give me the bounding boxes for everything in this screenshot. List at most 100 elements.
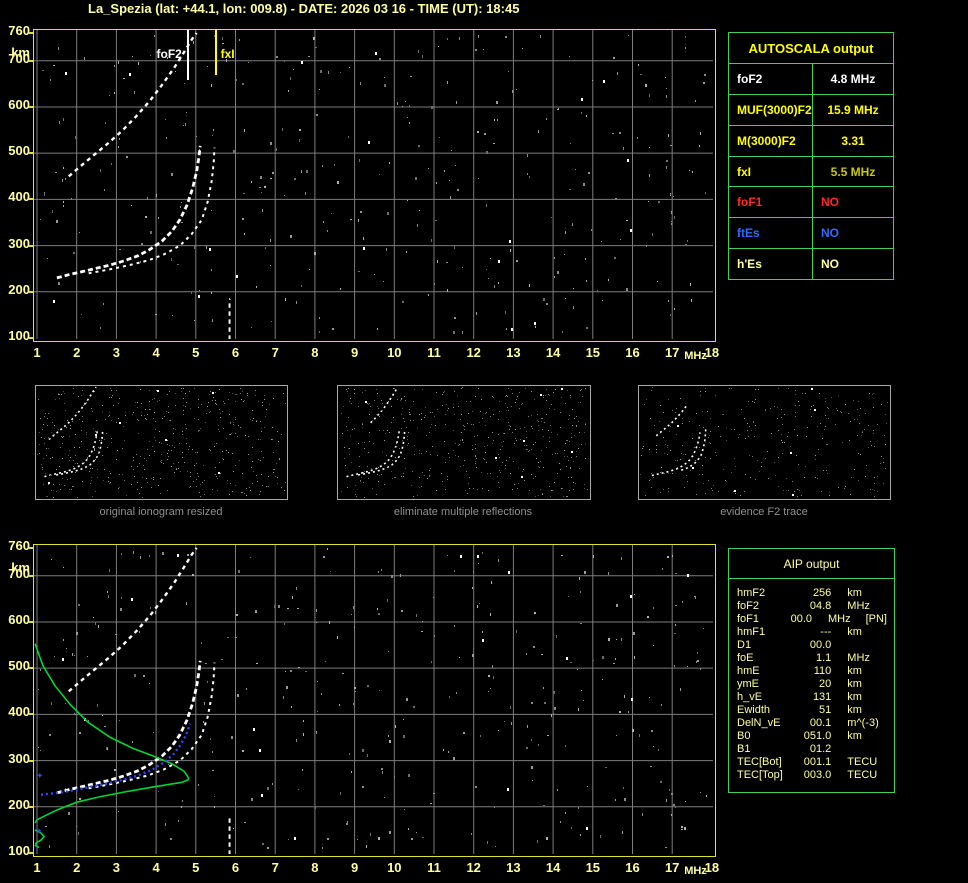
ionogram-noise-layer xyxy=(38,548,707,849)
aip-param-unit: m^(-3) xyxy=(847,716,879,729)
aip-param-label: foF2 xyxy=(737,600,760,613)
aip-param-unit: km xyxy=(847,678,862,691)
aip-param-label: hmF1 xyxy=(737,626,766,639)
x-axis-tick-label: 5 xyxy=(192,860,200,875)
aip-param-unit: km xyxy=(847,665,862,678)
y-axis-tick-label: 600 xyxy=(8,611,30,627)
autoscala-row-value: 5.5 MHz xyxy=(830,164,876,179)
panel-noise-layer xyxy=(640,387,888,497)
aip-param-label: Ewidth xyxy=(737,703,771,716)
aip-row-hme: hmE 110 km xyxy=(737,665,887,678)
panel-original-canvas xyxy=(37,386,286,498)
aip-param-value: 00.1 xyxy=(809,716,832,729)
aip-param-unit: TECU xyxy=(847,768,878,781)
autoscala-row-value: NO xyxy=(821,257,839,272)
aip-param-value: 051.0 xyxy=(803,729,832,742)
y-axis-tick-label: 200 xyxy=(8,796,30,812)
autoscala-row-ftes: ftEs NO xyxy=(729,217,893,249)
autoscala-row-value: NO xyxy=(821,226,839,241)
ionogram-plot-main: foF2 fxI xyxy=(33,29,716,342)
aip-row-fof2: foF2 04.8 MHz xyxy=(737,600,887,613)
panel-caption-evidence: evidence F2 trace xyxy=(720,506,808,518)
y-axis-tick-label: 200 xyxy=(8,281,30,297)
ionogram-noise-layer xyxy=(40,35,706,334)
aip-row-tecbot: TEC[Bot] 001.1 TECU xyxy=(737,755,887,768)
mini-trace-F2-trace-o-mode xyxy=(346,428,399,476)
trace-electron-density-profile xyxy=(34,643,190,824)
autoscala-row-label: M(3000)F2 xyxy=(729,125,813,156)
y-axis-tick-label: 760 xyxy=(8,23,30,38)
aip-param-label: B1 xyxy=(737,742,751,755)
autoscala-row-fxi: fxI 5.5 MHz xyxy=(729,155,893,187)
x-axis-tick-label: 7 xyxy=(271,345,279,360)
mini-trace-F2-trace-second-hop xyxy=(656,406,686,436)
page-title: La_Spezia (lat: +44.1, lon: 009.8) - DAT… xyxy=(88,1,520,16)
y-axis-tick xyxy=(29,620,34,623)
y-axis-tick xyxy=(29,547,34,549)
y-axis-tick-label: 300 xyxy=(8,750,30,766)
x-axis-tick-label: 4 xyxy=(152,860,160,875)
x-axis-tick-label: 9 xyxy=(350,345,359,360)
aip-param-unit: TECU xyxy=(847,755,878,768)
x-axis-tick-label: 17 xyxy=(664,860,680,875)
y-axis-tick-label: 600 xyxy=(8,96,30,112)
y-axis-tick-label: 100 xyxy=(8,842,30,858)
x-axis-tick-label: 15 xyxy=(585,860,601,875)
aip-row-delnve: DelN_vE 00.1 m^(-3) xyxy=(737,716,887,729)
autoscala-row-value: 4.8 MHz xyxy=(830,71,876,86)
aip-param-label: foE xyxy=(737,652,754,665)
y-axis-tick xyxy=(29,336,34,339)
panel-caption-eliminate: eliminate multiple reflections xyxy=(393,506,533,518)
aip-row-fof1: foF1 00.0 MHz [PN] xyxy=(737,613,887,626)
y-axis-tick-label: 400 xyxy=(8,189,30,205)
aip-table-rows: hmF2 256 km foF2 04.8 MHz foF1 00.0 MHz [PN] hmF1 -… xyxy=(737,587,887,781)
aip-row-yme: ymE 20 km xyxy=(737,678,887,691)
trace-F2-trace-second-hop xyxy=(68,547,198,693)
panel-noise-layer xyxy=(37,388,286,498)
aip-param-value: 00.0 xyxy=(809,639,832,652)
aip-row-hmf2: hmF2 256 km xyxy=(737,587,887,600)
interference-dash-column xyxy=(228,303,231,339)
autoscala-row-muf3000f2: MUF(3000)F2 15.9 MHz xyxy=(729,93,893,125)
x-axis-tick-label: 15 xyxy=(585,345,601,360)
panel-eliminate-reflections xyxy=(337,385,591,500)
aip-param-unit: MHz xyxy=(847,652,870,665)
mini-trace-layer xyxy=(346,387,404,477)
x-axis-tick-label: 13 xyxy=(506,860,521,875)
y-axis-tick xyxy=(29,105,34,108)
x-axis-tick-label: 10 xyxy=(387,860,402,875)
x-axis-unit-label: MHz xyxy=(684,865,707,877)
fxI-marker-line xyxy=(214,30,217,75)
x-axis-tick-label: 8 xyxy=(311,345,319,360)
aip-param-flag: [PN] xyxy=(865,613,887,626)
aip-param-value: --- xyxy=(820,626,832,639)
x-axis-tick-label: 13 xyxy=(506,345,521,360)
aip-param-value: 131 xyxy=(812,690,832,703)
x-axis-tick-label: 3 xyxy=(112,345,120,360)
aip-row-b1: B1 01.2 xyxy=(737,742,887,755)
aip-table-header: AIP output xyxy=(729,549,894,579)
x-axis-tick-label: 11 xyxy=(427,345,441,360)
x-axis-tick-label: 6 xyxy=(231,860,240,875)
aip-param-label: D1 xyxy=(737,639,752,652)
aip-param-label: hmF2 xyxy=(737,587,766,600)
aip-param-label: ymE xyxy=(737,678,759,691)
y-axis-tick xyxy=(29,713,34,716)
aip-param-value: 00.0 xyxy=(790,613,812,626)
ionogram-main-canvas xyxy=(34,30,713,339)
aip-row-foe: foE 1.1 MHz xyxy=(737,652,887,665)
aip-param-unit: MHz xyxy=(847,600,870,613)
aip-param-value: 20 xyxy=(819,678,832,691)
aip-param-label: TEC[Bot] xyxy=(737,755,782,768)
aip-param-label: TEC[Top] xyxy=(737,768,783,781)
foF2-marker-label: foF2 xyxy=(156,47,182,61)
x-axis-tick-label: 6 xyxy=(231,345,240,360)
mini-trace-F2-trace-x-mode xyxy=(358,429,405,475)
y-axis-tick xyxy=(29,759,34,762)
y-axis-tick-label: 760 xyxy=(8,538,30,553)
y-axis-tick xyxy=(29,32,34,34)
x-axis-tick-label: 4 xyxy=(152,345,160,360)
x-axis-tick-label: 14 xyxy=(545,860,561,875)
mini-trace-layer xyxy=(652,406,706,475)
x-axis-tick-label: 16 xyxy=(625,345,640,360)
